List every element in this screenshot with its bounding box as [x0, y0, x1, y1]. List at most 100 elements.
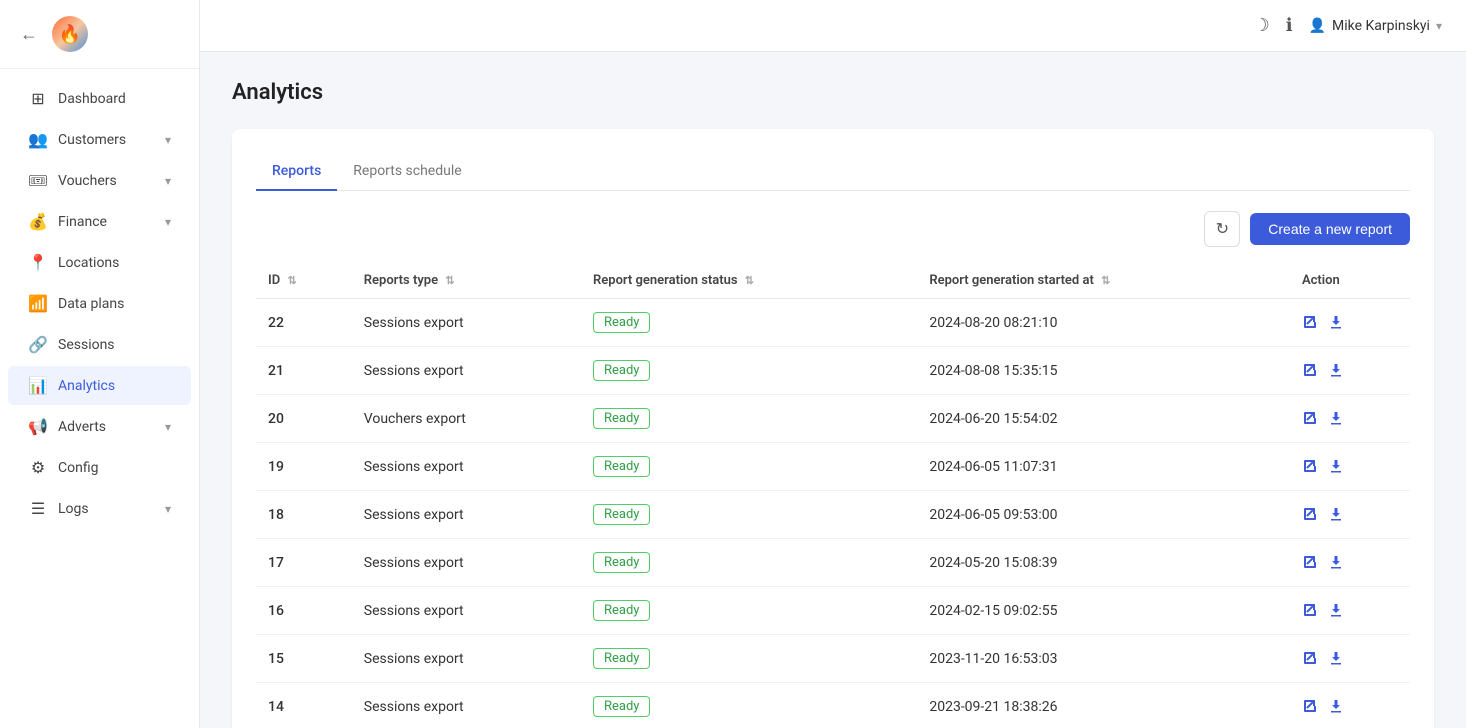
download-icon[interactable]	[1328, 457, 1344, 477]
cell-started-at: 2024-08-08 15:35:15	[917, 347, 1290, 395]
sidebar-item-data-plans[interactable]: 📶 Data plans	[8, 284, 191, 323]
status-badge: Ready	[593, 456, 650, 477]
sort-icon[interactable]: ⇅	[1101, 274, 1110, 287]
sidebar-item-sessions[interactable]: 🔗 Sessions	[8, 325, 191, 364]
tab-reports-schedule[interactable]: Reports schedule	[337, 153, 477, 191]
config-icon: ⚙	[28, 458, 48, 477]
open-external-icon[interactable]	[1302, 649, 1318, 669]
sort-icon[interactable]: ⇅	[745, 274, 754, 287]
chevron-down-icon: ▾	[165, 133, 171, 147]
open-external-icon[interactable]	[1302, 601, 1318, 621]
user-avatar-icon: 👤	[1309, 18, 1326, 34]
open-external-icon[interactable]	[1302, 409, 1318, 429]
cell-status: Ready	[581, 299, 917, 347]
chevron-down-icon: ▾	[165, 502, 171, 516]
download-icon[interactable]	[1328, 409, 1344, 429]
table-header-row: ID ⇅ Reports type ⇅ Report generation st…	[256, 263, 1410, 299]
locations-icon: 📍	[28, 253, 48, 272]
sidebar-item-customers[interactable]: 👥 Customers ▾	[8, 120, 191, 159]
status-badge: Ready	[593, 408, 650, 429]
download-icon[interactable]	[1328, 553, 1344, 573]
cell-id: 21	[256, 347, 352, 395]
download-icon[interactable]	[1328, 649, 1344, 669]
cell-status: Ready	[581, 347, 917, 395]
tab-reports[interactable]: Reports	[256, 153, 337, 191]
user-menu[interactable]: 👤 Mike Karpinskyi ▾	[1309, 18, 1442, 34]
download-icon[interactable]	[1328, 361, 1344, 381]
sidebar-item-label: Locations	[58, 255, 119, 271]
cell-id: 19	[256, 443, 352, 491]
moon-icon[interactable]: ☽	[1254, 15, 1270, 36]
sidebar-item-finance[interactable]: 💰 Finance ▾	[8, 202, 191, 241]
cell-id: 18	[256, 491, 352, 539]
col-started-at: Report generation started at ⇅	[917, 263, 1290, 299]
cell-action	[1290, 491, 1410, 539]
status-badge: Ready	[593, 696, 650, 717]
cell-status: Ready	[581, 635, 917, 683]
vouchers-icon: 🎟	[28, 171, 48, 190]
cell-type: Sessions export	[352, 635, 581, 683]
table-row: 16 Sessions export Ready 2024-02-15 09:0…	[256, 587, 1410, 635]
cell-started-at: 2024-06-20 15:54:02	[917, 395, 1290, 443]
table-row: 20 Vouchers export Ready 2024-06-20 15:5…	[256, 395, 1410, 443]
table-row: 19 Sessions export Ready 2024-06-05 11:0…	[256, 443, 1410, 491]
sidebar-item-label: Dashboard	[58, 91, 126, 107]
sidebar-item-config[interactable]: ⚙ Config	[8, 448, 191, 487]
cell-id: 20	[256, 395, 352, 443]
sidebar-item-logs[interactable]: ☰ Logs ▾	[8, 489, 191, 528]
content-area: Analytics Reports Reports schedule ↻ Cre…	[200, 52, 1466, 728]
sidebar-item-adverts[interactable]: 📢 Adverts ▾	[8, 407, 191, 446]
sidebar-item-label: Logs	[58, 501, 89, 517]
tabs-bar: Reports Reports schedule	[256, 153, 1410, 191]
open-external-icon[interactable]	[1302, 313, 1318, 333]
download-icon[interactable]	[1328, 697, 1344, 717]
action-icons	[1302, 649, 1398, 669]
chevron-down-icon: ▾	[1436, 19, 1442, 33]
reports-table-wrap: ID ⇅ Reports type ⇅ Report generation st…	[256, 263, 1410, 728]
cell-id: 16	[256, 587, 352, 635]
action-icons	[1302, 697, 1398, 717]
sort-icon[interactable]: ⇅	[287, 274, 296, 287]
sidebar-item-vouchers[interactable]: 🎟 Vouchers ▾	[8, 161, 191, 200]
open-external-icon[interactable]	[1302, 505, 1318, 525]
data-plans-icon: 📶	[28, 294, 48, 313]
sidebar: ← 🔥 ⊞ Dashboard 👥 Customers ▾ 🎟 Vouchers…	[0, 0, 200, 728]
cell-started-at: 2024-06-05 09:53:00	[917, 491, 1290, 539]
col-status: Report generation status ⇅	[581, 263, 917, 299]
cell-action	[1290, 635, 1410, 683]
create-report-button[interactable]: Create a new report	[1250, 213, 1410, 245]
download-icon[interactable]	[1328, 505, 1344, 525]
info-icon[interactable]: ℹ	[1286, 15, 1293, 36]
reports-card: Reports Reports schedule ↻ Create a new …	[232, 129, 1434, 728]
download-icon[interactable]	[1328, 601, 1344, 621]
sidebar-item-dashboard[interactable]: ⊞ Dashboard	[8, 79, 191, 118]
cell-type: Sessions export	[352, 347, 581, 395]
status-badge: Ready	[593, 312, 650, 333]
open-external-icon[interactable]	[1302, 553, 1318, 573]
sidebar-item-label: Vouchers	[58, 173, 117, 189]
cell-status: Ready	[581, 539, 917, 587]
dashboard-icon: ⊞	[28, 89, 48, 108]
action-icons	[1302, 505, 1398, 525]
open-external-icon[interactable]	[1302, 457, 1318, 477]
adverts-icon: 📢	[28, 417, 48, 436]
sort-icon[interactable]: ⇅	[445, 274, 454, 287]
cell-started-at: 2024-08-20 08:21:10	[917, 299, 1290, 347]
sidebar-item-label: Customers	[58, 132, 126, 148]
refresh-button[interactable]: ↻	[1204, 211, 1240, 247]
table-row: 22 Sessions export Ready 2024-08-20 08:2…	[256, 299, 1410, 347]
sidebar-item-locations[interactable]: 📍 Locations	[8, 243, 191, 282]
main-area: ☽ ℹ 👤 Mike Karpinskyi ▾ Analytics Report…	[200, 0, 1466, 728]
download-icon[interactable]	[1328, 313, 1344, 333]
action-icons	[1302, 361, 1398, 381]
open-external-icon[interactable]	[1302, 361, 1318, 381]
sidebar-item-analytics[interactable]: 📊 Analytics	[8, 366, 191, 405]
analytics-icon: 📊	[28, 376, 48, 395]
cell-id: 22	[256, 299, 352, 347]
open-external-icon[interactable]	[1302, 697, 1318, 717]
cell-type: Vouchers export	[352, 395, 581, 443]
customers-icon: 👥	[28, 130, 48, 149]
action-icons	[1302, 457, 1398, 477]
finance-icon: 💰	[28, 212, 48, 231]
back-button[interactable]: ←	[20, 24, 38, 45]
